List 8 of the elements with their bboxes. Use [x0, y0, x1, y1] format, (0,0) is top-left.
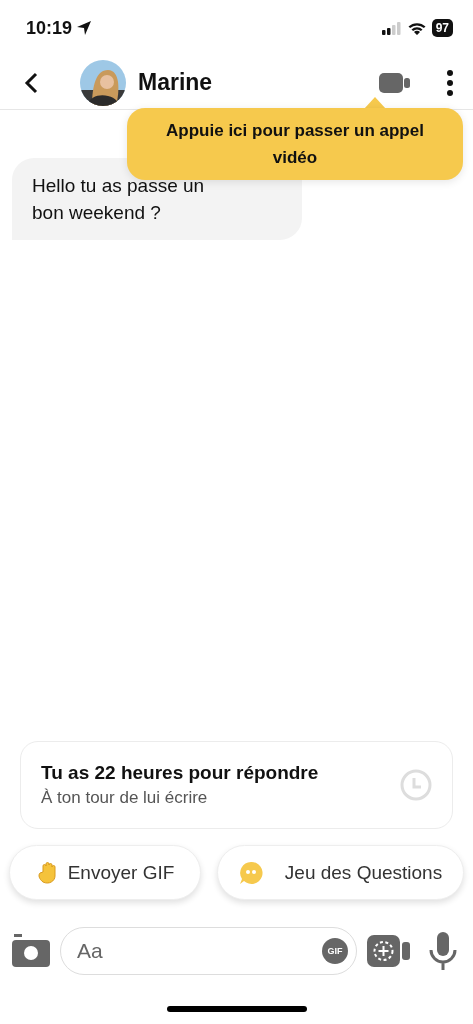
gif-button[interactable]: GIF — [322, 938, 348, 964]
send-gif-button[interactable]: Envoyer GIF — [9, 845, 201, 900]
card-subtitle: À ton tour de lui écrire — [41, 788, 209, 808]
contact-name: Marine — [138, 69, 214, 96]
battery-level: 97 — [431, 19, 453, 37]
status-time: 10:19 — [26, 17, 73, 39]
card-title: Tu as 22 heures pour répondre — [41, 762, 320, 784]
question-game-button[interactable]: Jeu des Questions — [217, 845, 464, 900]
